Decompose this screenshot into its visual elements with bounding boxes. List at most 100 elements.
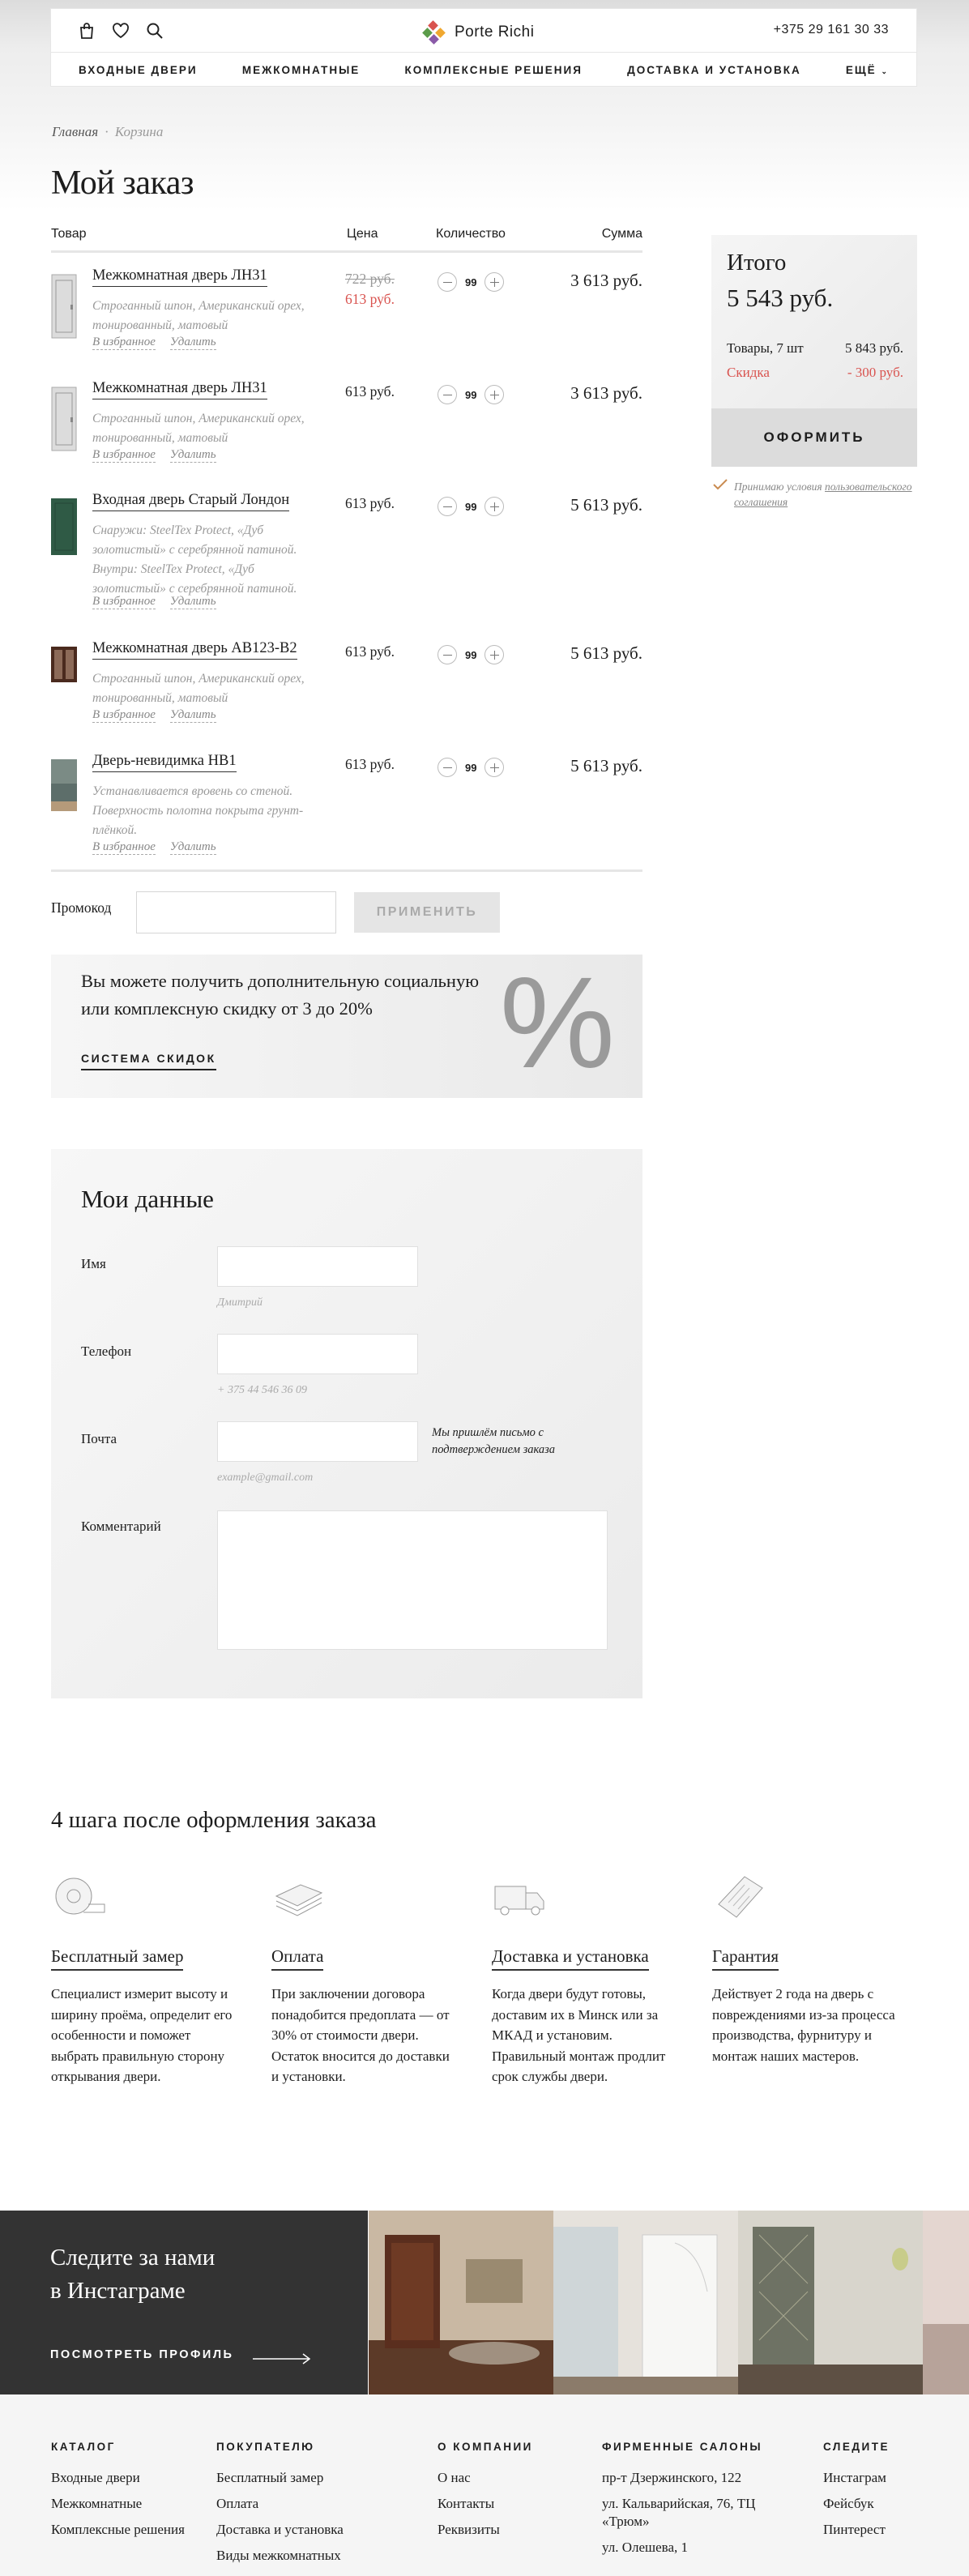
discount-system-link[interactable]: СИСТЕМА СКИДОК [81,1052,216,1070]
decrease-qty-button[interactable] [438,645,457,664]
add-to-favorites-link[interactable]: В избранное [92,840,156,855]
decrease-qty-button[interactable] [438,385,457,404]
door-thumbnail[interactable] [51,274,77,339]
increase-qty-button[interactable] [484,497,505,516]
step-payment: Оплата При заключении договора понадобит… [271,1872,458,2087]
heart-icon[interactable] [112,22,130,40]
divider [51,869,642,872]
item-price: 613 руб. [345,291,395,307]
page-title: Мой заказ [51,164,194,202]
nav-delivery[interactable]: ДОСТАВКА И УСТАНОВКА [627,64,801,76]
item-name[interactable]: Межкомнатная дверь ЛН31 [92,380,267,399]
percent-icon: % [499,950,615,1095]
item-price: 613 руб. [345,383,395,399]
step-delivery: Доставка и установка Когда двери будут г… [492,1872,678,2087]
instagram-photo[interactable] [369,2211,553,2394]
item-description: Устанавливается вровень со стеной. Повер… [92,784,304,837]
warranty-document-icon [718,1876,763,1918]
increase-qty-button[interactable] [484,758,505,777]
instagram-photo[interactable] [553,2211,738,2394]
item-sum: 5 613 руб. [570,756,642,775]
qty-value[interactable]: 99 [465,649,476,661]
site-header: Porte Richi +375 29 161 30 33 ВХОДНЫЕ ДВ… [50,8,917,87]
comment-field[interactable] [217,1510,608,1650]
decrease-qty-button[interactable] [438,758,457,777]
qty-value[interactable]: 99 [465,762,476,774]
bag-icon[interactable] [78,22,96,40]
decrease-qty-button[interactable] [438,272,457,292]
instagram-photo[interactable] [923,2211,969,2394]
item-description: Строганный шпон, Американский орех, тони… [92,412,305,445]
decrease-qty-button[interactable] [438,497,457,516]
instagram-section: Следите за нами в Инстаграме ПОСМОТРЕТЬ П… [0,2211,969,2394]
remove-link[interactable]: Удалить [169,448,216,463]
steps-title: 4 шага после оформления заказа [51,1807,377,1833]
nav-more[interactable]: ЕЩЁ ⌄ [846,64,889,76]
item-name[interactable]: Входная дверь Старый Лондон [92,492,290,511]
add-to-favorites-link[interactable]: В избранное [92,448,156,463]
arrow-right-icon[interactable] [253,2353,311,2365]
footer-col-catalog: КАТАЛОГ Входные двери Межкомнатные Компл… [51,2441,185,2537]
chevron-down-icon: ⌄ [881,66,889,75]
apply-promo-button[interactable]: ПРИМЕНИТЬ [354,892,500,933]
qty-value[interactable]: 99 [465,389,476,401]
old-price: 722 руб. [345,271,395,287]
instagram-photo[interactable] [738,2211,923,2394]
footer-col-company: О КОМПАНИИ О нас Контакты Реквизиты [438,2441,533,2537]
phone-field[interactable] [217,1334,418,1374]
breadcrumb-current: Корзина [114,124,164,139]
discount-text: Вы можете получить дополнительную социал… [81,971,480,1019]
customer-form: Мои данные Имя Дмитрий Телефон + 375 44 … [51,1149,642,1698]
promo-label: Промокод [51,899,112,916]
footer-col-social: СЛЕДИТЕ Инстаграм Фейсбук Пинтерест [823,2441,890,2537]
checkout-button[interactable]: ОФОРМИТЬ [711,408,917,467]
door-thumbnail[interactable] [51,387,77,451]
add-to-favorites-link[interactable]: В избранное [92,708,156,723]
summary-title: Итого [727,250,787,276]
header-phone[interactable]: +375 29 161 30 33 [774,23,889,37]
step-measure: Бесплатный замер Специалист измерит высо… [51,1872,237,2087]
increase-qty-button[interactable] [484,272,505,292]
nav-complex-solutions[interactable]: КОМПЛЕКСНЫЕ РЕШЕНИЯ [405,64,583,76]
door-thumbnail[interactable] [51,498,77,555]
qty-value[interactable]: 99 [465,501,476,513]
qty-value[interactable]: 99 [465,276,476,288]
breadcrumb-home[interactable]: Главная [52,124,98,139]
name-field[interactable] [217,1246,418,1287]
add-to-favorites-link[interactable]: В избранное [92,595,156,609]
email-field[interactable] [217,1421,418,1462]
checkmark-icon[interactable] [713,479,728,490]
increase-qty-button[interactable] [484,385,505,404]
instagram-title: Следите за нами в Инстаграме [50,2245,216,2304]
nav-entrance-doors[interactable]: ВХОДНЫЕ ДВЕРИ [79,64,198,76]
site-footer: КАТАЛОГ Входные двери Межкомнатные Компл… [0,2394,969,2576]
item-name[interactable]: Межкомнатная дверь ЛН31 [92,267,267,287]
increase-qty-button[interactable] [484,645,505,664]
item-name[interactable]: Дверь-невидимка НВ1 [92,753,237,772]
cash-icon [275,1884,323,1916]
item-name[interactable]: Межкомнатная дверь АВ123-В2 [92,640,297,660]
logo[interactable]: Porte Richi [422,20,534,45]
breadcrumb: Главная · Корзина [52,124,164,139]
door-thumbnail[interactable] [51,759,77,811]
search-icon[interactable] [146,22,164,40]
email-note: Мы пришлём письмо с подтверждением заказ… [432,1426,556,1456]
nav-interior-doors[interactable]: МЕЖКОМНАТНЫЕ [242,64,360,76]
item-description: Снаружи: SteelTex Protect, «Дуб золотист… [92,523,297,596]
summary-total: 5 543 руб. [727,284,834,312]
form-title: Мои данные [81,1185,214,1213]
remove-link[interactable]: Удалить [169,840,216,855]
item-price: 613 руб. [345,756,395,772]
add-to-favorites-link[interactable]: В избранное [92,335,156,350]
item-price: 613 руб. [345,643,395,660]
discount-banner: Вы можете получить дополнительную социал… [51,955,642,1098]
remove-link[interactable]: Удалить [169,595,216,609]
item-description: Строганный шпон, Американский орех, тони… [92,299,305,332]
remove-link[interactable]: Удалить [169,708,216,723]
footer-col-salons: ФИРМЕННЫЕ САЛОНЫ пр-т Дзержинского, 122 … [602,2441,763,2555]
door-thumbnail[interactable] [51,647,77,682]
remove-link[interactable]: Удалить [169,335,216,350]
step-warranty: Гарантия Действует 2 года на дверь с пов… [712,1872,899,2066]
promo-input[interactable] [136,891,336,933]
view-profile-link[interactable]: ПОСМОТРЕТЬ ПРОФИЛЬ [50,2348,233,2361]
